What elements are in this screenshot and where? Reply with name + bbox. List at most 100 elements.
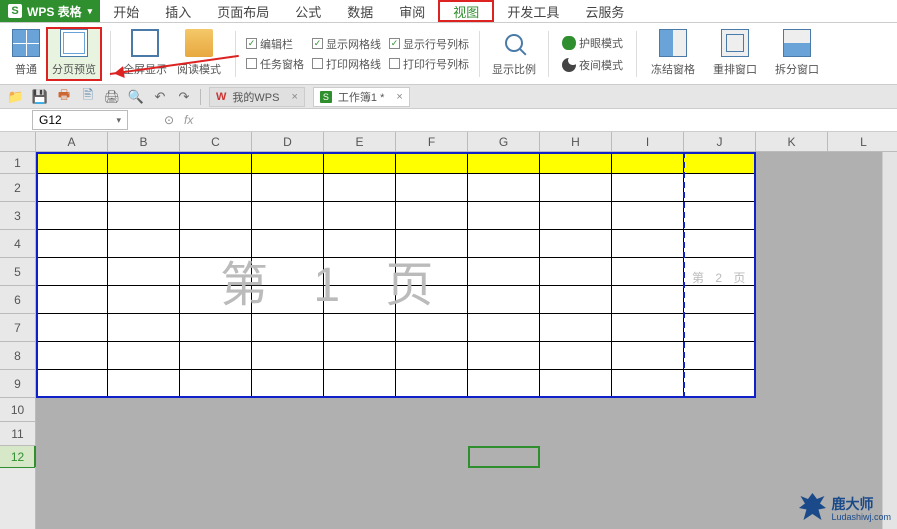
cell[interactable] bbox=[324, 398, 396, 422]
cell[interactable] bbox=[324, 314, 396, 342]
cell[interactable] bbox=[684, 286, 756, 314]
cell[interactable] bbox=[684, 230, 756, 258]
cell[interactable] bbox=[612, 258, 684, 286]
close-tab-icon[interactable]: × bbox=[291, 91, 297, 103]
cell[interactable] bbox=[468, 422, 540, 446]
cell[interactable] bbox=[396, 230, 468, 258]
cell[interactable] bbox=[756, 446, 828, 468]
row-header-11[interactable]: 11 bbox=[0, 422, 35, 446]
col-header-E[interactable]: E bbox=[324, 132, 396, 151]
cell[interactable] bbox=[108, 230, 180, 258]
cell[interactable] bbox=[756, 230, 828, 258]
cell[interactable] bbox=[180, 286, 252, 314]
reading-mode-button[interactable]: 阅读模式 bbox=[171, 29, 227, 79]
menu-tab-insert[interactable]: 插入 bbox=[152, 0, 204, 22]
row-header-4[interactable]: 4 bbox=[0, 230, 35, 258]
row-header-3[interactable]: 3 bbox=[0, 202, 35, 230]
cell[interactable] bbox=[252, 422, 324, 446]
menu-tab-cloud[interactable]: 云服务 bbox=[572, 0, 637, 22]
row-header-5[interactable]: 5 bbox=[0, 258, 35, 286]
col-header-D[interactable]: D bbox=[252, 132, 324, 151]
row-header-6[interactable]: 6 bbox=[0, 286, 35, 314]
col-header-B[interactable]: B bbox=[108, 132, 180, 151]
cell[interactable] bbox=[612, 174, 684, 202]
app-brand[interactable]: S WPS 表格 ▾ bbox=[0, 0, 100, 22]
col-header-L[interactable]: L bbox=[828, 132, 897, 151]
cell[interactable] bbox=[180, 258, 252, 286]
qat-preview-icon[interactable]: 🖹 bbox=[80, 89, 96, 105]
cell-grid[interactable]: 第 1 页 第 2 页 bbox=[36, 152, 897, 529]
row-header-2[interactable]: 2 bbox=[0, 174, 35, 202]
cell[interactable] bbox=[756, 422, 828, 446]
cell[interactable] bbox=[684, 152, 756, 174]
cell[interactable] bbox=[396, 258, 468, 286]
cell[interactable] bbox=[180, 446, 252, 468]
qat-open-icon[interactable]: 📁 bbox=[8, 89, 24, 105]
cell[interactable] bbox=[180, 230, 252, 258]
cell[interactable] bbox=[252, 370, 324, 398]
cell[interactable] bbox=[108, 152, 180, 174]
cell[interactable] bbox=[324, 446, 396, 468]
cell[interactable] bbox=[396, 286, 468, 314]
fx-button[interactable]: ⊙ bbox=[160, 113, 178, 127]
name-box[interactable]: G12 ▾ bbox=[32, 110, 128, 130]
cell[interactable] bbox=[468, 398, 540, 422]
close-tab-icon[interactable]: × bbox=[396, 91, 402, 103]
cell[interactable] bbox=[252, 174, 324, 202]
col-header-G[interactable]: G bbox=[468, 132, 540, 151]
cell[interactable] bbox=[252, 258, 324, 286]
cell[interactable] bbox=[468, 230, 540, 258]
cell[interactable] bbox=[108, 174, 180, 202]
cell[interactable] bbox=[756, 286, 828, 314]
qat-redo-icon[interactable]: ↷ bbox=[176, 89, 192, 105]
cell[interactable] bbox=[612, 230, 684, 258]
cell[interactable] bbox=[36, 230, 108, 258]
cell[interactable] bbox=[756, 398, 828, 422]
cell[interactable] bbox=[324, 174, 396, 202]
cell[interactable] bbox=[324, 152, 396, 174]
col-header-C[interactable]: C bbox=[180, 132, 252, 151]
cell[interactable] bbox=[684, 370, 756, 398]
cell[interactable] bbox=[252, 152, 324, 174]
cell[interactable] bbox=[396, 174, 468, 202]
cell[interactable] bbox=[468, 174, 540, 202]
col-header-H[interactable]: H bbox=[540, 132, 612, 151]
cell[interactable] bbox=[36, 258, 108, 286]
cell[interactable] bbox=[684, 446, 756, 468]
cell[interactable] bbox=[324, 422, 396, 446]
cell[interactable] bbox=[36, 286, 108, 314]
app-menu-dropdown-icon[interactable]: ▾ bbox=[88, 6, 93, 17]
cell[interactable] bbox=[180, 152, 252, 174]
cell[interactable] bbox=[324, 342, 396, 370]
cell[interactable] bbox=[540, 398, 612, 422]
split-window-button[interactable]: 拆分窗口 bbox=[769, 29, 825, 79]
cell[interactable] bbox=[684, 314, 756, 342]
cell[interactable] bbox=[180, 370, 252, 398]
menu-tab-developer[interactable]: 开发工具 bbox=[494, 0, 572, 22]
cell[interactable] bbox=[756, 258, 828, 286]
qat-undo-icon[interactable]: ↶ bbox=[152, 89, 168, 105]
cell[interactable] bbox=[468, 342, 540, 370]
cell[interactable] bbox=[180, 174, 252, 202]
cell[interactable] bbox=[108, 258, 180, 286]
menu-tab-data[interactable]: 数据 bbox=[334, 0, 386, 22]
cell[interactable] bbox=[540, 314, 612, 342]
cell[interactable] bbox=[684, 398, 756, 422]
cell[interactable] bbox=[36, 422, 108, 446]
cell[interactable] bbox=[756, 152, 828, 174]
qat-find-icon[interactable]: 🔍 bbox=[128, 89, 144, 105]
cell[interactable] bbox=[540, 370, 612, 398]
cell[interactable] bbox=[396, 202, 468, 230]
cell[interactable] bbox=[252, 342, 324, 370]
cell[interactable] bbox=[540, 230, 612, 258]
cell[interactable] bbox=[468, 370, 540, 398]
cell[interactable] bbox=[612, 314, 684, 342]
cell[interactable] bbox=[108, 286, 180, 314]
cell[interactable] bbox=[252, 286, 324, 314]
view-normal-button[interactable]: 普通 bbox=[6, 29, 46, 79]
cell[interactable] bbox=[180, 422, 252, 446]
cell[interactable] bbox=[468, 202, 540, 230]
cell[interactable] bbox=[468, 152, 540, 174]
cell[interactable] bbox=[108, 446, 180, 468]
cell[interactable] bbox=[540, 286, 612, 314]
